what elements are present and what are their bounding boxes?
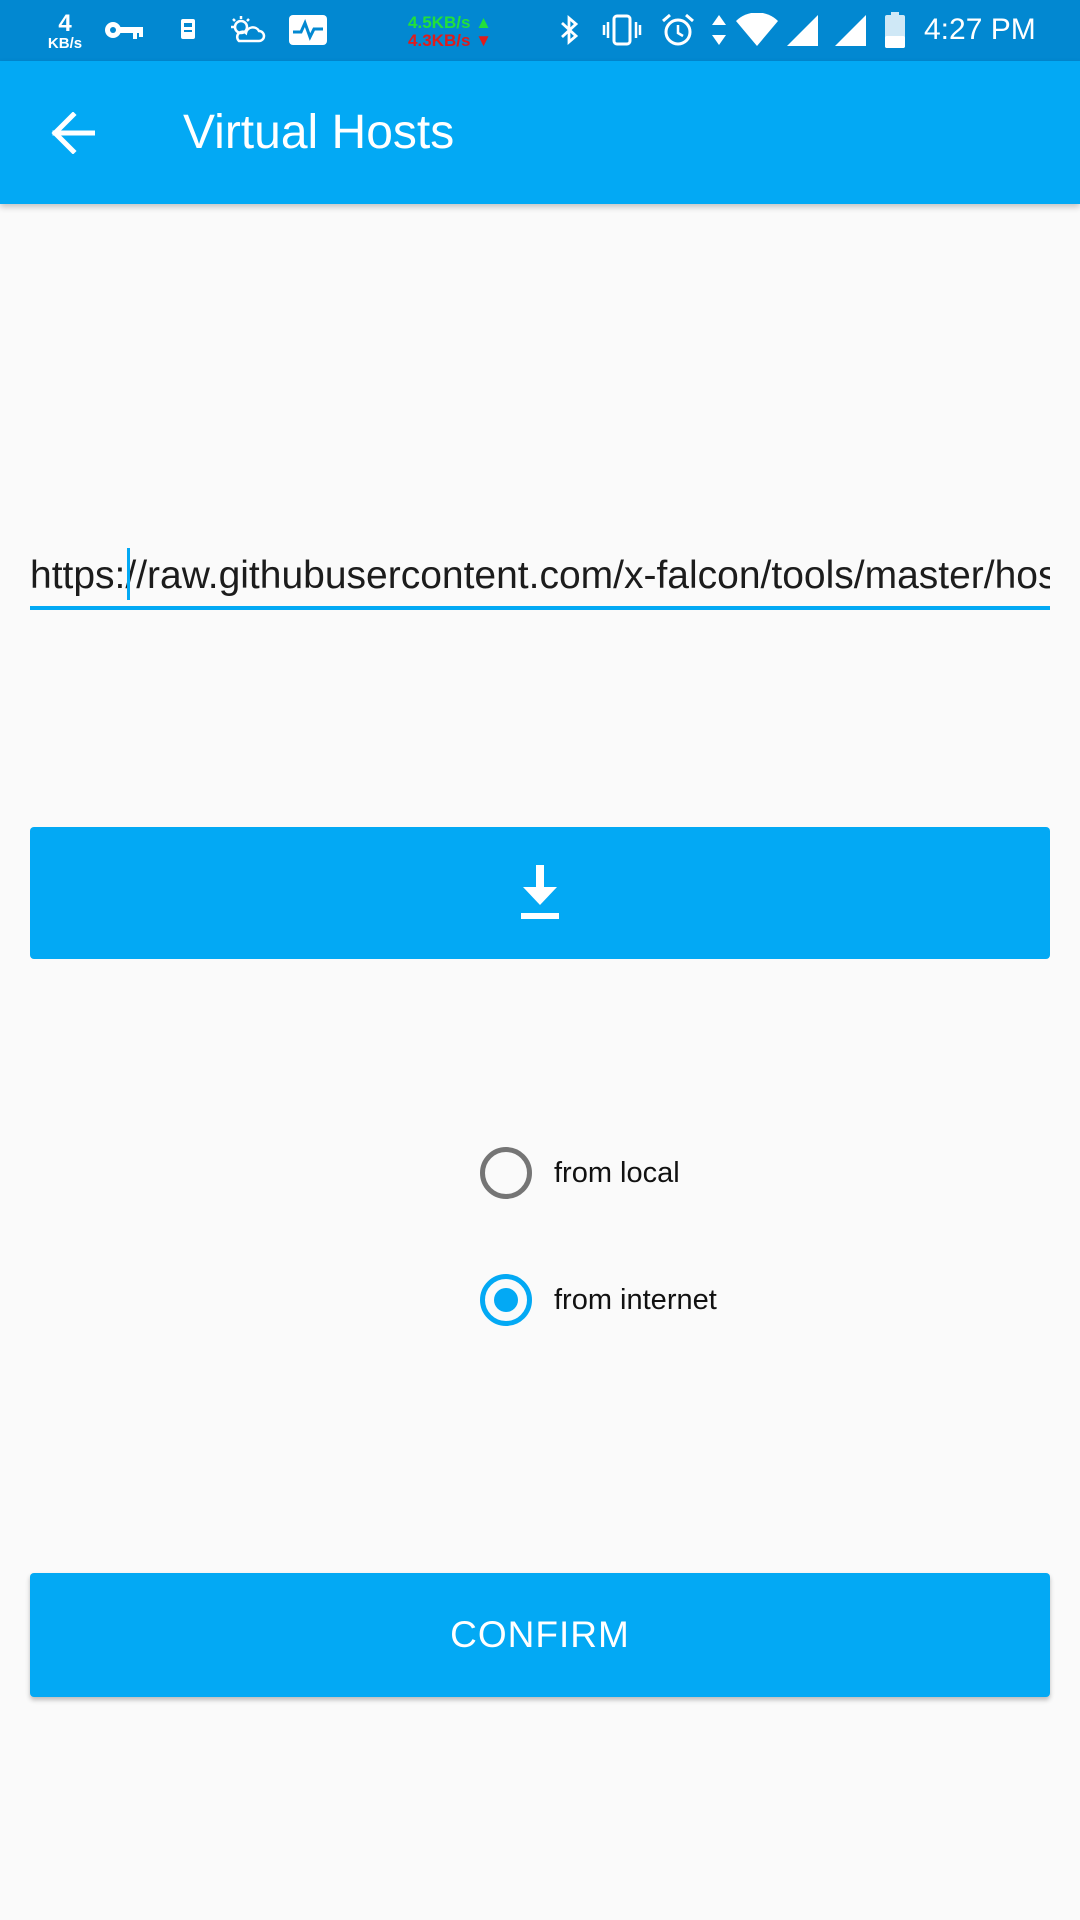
radio-label-internet[interactable]: from internet [554,1284,717,1317]
download-speed: 4.3KB/s ▼ [408,31,492,50]
vibrate-icon [602,12,642,48]
bluetooth-icon [550,12,590,48]
confirm-button[interactable]: CONFIRM [30,1573,1050,1697]
weather-icon [227,12,267,48]
data-arrows-icon [706,12,732,48]
wifi-icon [734,12,780,48]
network-rate-value: 4 [58,9,72,37]
radio-selected-dot [494,1288,518,1312]
network-rate-unit: KB/s [47,34,83,52]
download-icon [521,865,559,919]
signal-icon [830,12,870,48]
text-cursor [127,548,130,600]
app-bar: Virtual Hosts [0,61,1080,204]
hosts-url-value[interactable]: https://raw.githubusercontent.com/x-falc… [30,553,1050,599]
clock: 4:27 PM [924,13,1036,46]
activity-icon [288,12,328,48]
radio-from-local[interactable]: from local [480,1143,680,1203]
radio-button-checked[interactable] [480,1274,532,1326]
radio-from-internet[interactable]: from internet [480,1270,717,1330]
battery-icon [878,12,912,48]
radio-button-unchecked[interactable] [480,1147,532,1199]
signal-icon [782,12,822,48]
upload-speed: 4.5KB/s ▲ [408,13,492,33]
back-button[interactable] [36,97,108,169]
radio-label-local[interactable]: from local [554,1157,680,1190]
network-speed: 4.5KB/s ▲ 4.3KB/s ▼ [395,10,505,54]
status-bar: 4 KB/s 4.5KB/s ▲ 4.3KB/s ▼ 4:27 PM [0,0,1080,61]
vpn-key-icon [104,12,144,48]
arrow-back-icon [51,112,95,154]
alarm-icon [658,12,698,48]
hosts-url-input[interactable]: https://raw.githubusercontent.com/x-falc… [30,545,1050,610]
page-title: Virtual Hosts [183,106,455,159]
sim-icon [168,12,208,48]
download-button[interactable] [30,827,1050,959]
network-rate: 4 KB/s [40,8,90,54]
